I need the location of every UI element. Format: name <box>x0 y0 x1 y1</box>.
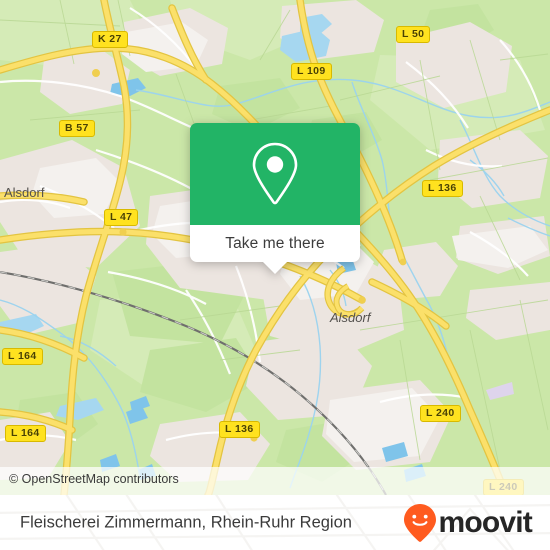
callout-action-area[interactable]: Take me there <box>190 225 360 262</box>
road-shield-l136-ne[interactable]: L 136 <box>422 180 463 197</box>
footer-bar: Fleischerei Zimmermann, Rhein-Ruhr Regio… <box>0 495 550 550</box>
moovit-logo[interactable]: moovit <box>403 503 533 543</box>
moovit-pin-smile-icon <box>404 503 437 542</box>
page-title: Fleischerei Zimmermann, Rhein-Ruhr Regio… <box>20 513 352 531</box>
road-shield-l47[interactable]: L 47 <box>104 209 139 226</box>
moovit-map-share-card: Alsdorf Alsdorf K 27 L 50 L 109 B 57 L 1… <box>0 0 550 550</box>
callout-pointer-tail <box>263 262 287 274</box>
map-canvas[interactable]: Alsdorf Alsdorf K 27 L 50 L 109 B 57 L 1… <box>0 0 550 495</box>
road-shield-b57[interactable]: B 57 <box>59 120 95 137</box>
place-label-alsdorf-center: Alsdorf <box>330 310 371 325</box>
road-shield-l136-s[interactable]: L 136 <box>219 421 260 438</box>
road-shield-l109[interactable]: L 109 <box>291 63 332 80</box>
map-pin-icon <box>252 142 298 205</box>
callout-icon-area <box>190 123 360 225</box>
place-label-alsdorf-west: Alsdorf <box>4 185 45 200</box>
osm-attribution[interactable]: © OpenStreetMap contributors <box>9 472 179 486</box>
road-shield-l164-b[interactable]: L 164 <box>5 425 46 442</box>
destination-callout-card[interactable]: Take me there <box>190 123 360 274</box>
road-shield-l240-a[interactable]: L 240 <box>420 405 461 422</box>
road-shield-l164-a[interactable]: L 164 <box>2 348 43 365</box>
moovit-wordmark: moovit <box>438 505 532 539</box>
take-me-there-label: Take me there <box>225 234 325 252</box>
road-shield-l50[interactable]: L 50 <box>396 26 431 43</box>
road-shield-k27[interactable]: K 27 <box>92 31 128 48</box>
